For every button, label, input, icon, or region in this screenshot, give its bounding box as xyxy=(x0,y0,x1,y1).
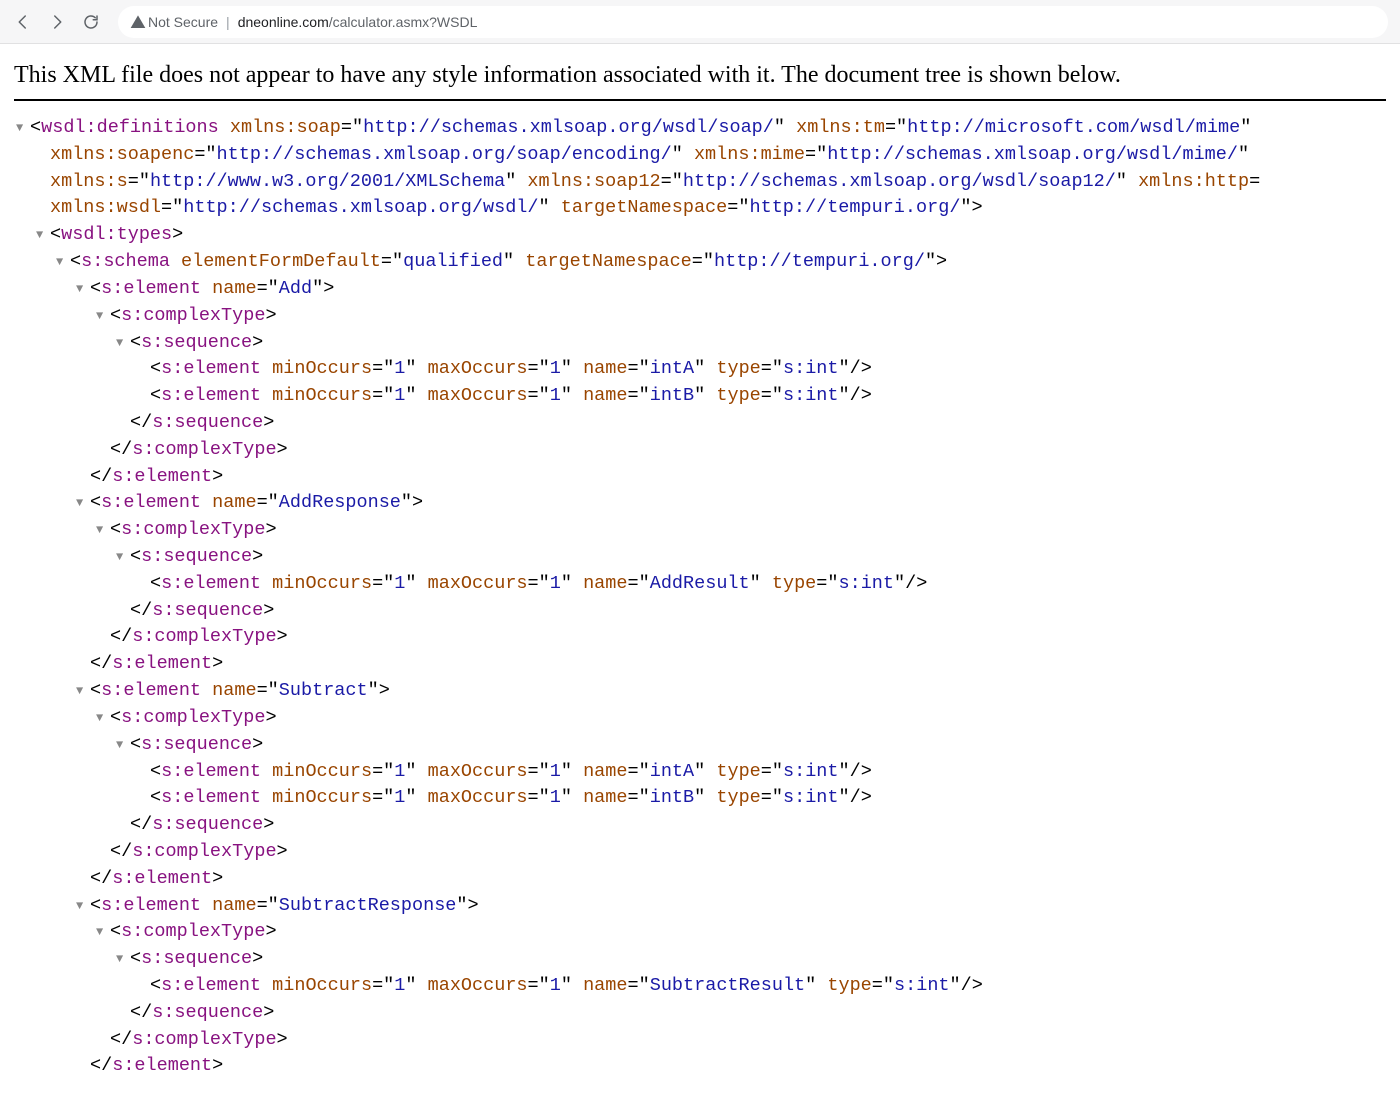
reload-button[interactable] xyxy=(80,11,102,33)
warning-icon xyxy=(130,14,146,30)
arrow-right-icon xyxy=(48,13,66,31)
tree-toggle[interactable]: ▼ xyxy=(116,335,130,352)
url-bar[interactable]: Not Secure | dneonline.com/calculator.as… xyxy=(118,6,1388,38)
arrow-left-icon xyxy=(14,13,32,31)
tree-toggle[interactable]: ▼ xyxy=(36,227,50,244)
forward-button[interactable] xyxy=(46,11,68,33)
tree-toggle[interactable]: ▼ xyxy=(96,308,110,325)
notice-divider xyxy=(14,99,1386,101)
browser-toolbar: Not Secure | dneonline.com/calculator.as… xyxy=(0,0,1400,44)
tree-toggle[interactable]: ▼ xyxy=(96,924,110,941)
tree-toggle[interactable]: ▼ xyxy=(116,737,130,754)
url-domain: dneonline.com xyxy=(238,14,329,30)
url-path: /calculator.asmx?WSDL xyxy=(329,14,478,30)
tree-toggle[interactable]: ▼ xyxy=(76,281,90,298)
xml-tree: ▼<wsdl:definitions xmlns:soap="http://sc… xyxy=(0,111,1400,1120)
security-label: Not Secure xyxy=(148,14,218,30)
tree-toggle[interactable]: ▼ xyxy=(76,683,90,700)
tree-toggle[interactable]: ▼ xyxy=(96,522,110,539)
xml-notice: This XML file does not appear to have an… xyxy=(0,44,1400,99)
tree-toggle[interactable]: ▼ xyxy=(116,951,130,968)
url-separator: | xyxy=(226,14,230,30)
reload-icon xyxy=(82,13,100,31)
back-button[interactable] xyxy=(12,11,34,33)
tree-toggle[interactable]: ▼ xyxy=(76,495,90,512)
security-warning: Not Secure xyxy=(130,14,218,30)
tree-toggle[interactable]: ▼ xyxy=(116,549,130,566)
tree-toggle[interactable]: ▼ xyxy=(76,898,90,915)
url-text: dneonline.com/calculator.asmx?WSDL xyxy=(238,14,478,30)
tree-toggle[interactable]: ▼ xyxy=(16,120,30,137)
tree-toggle[interactable]: ▼ xyxy=(96,710,110,727)
tree-toggle[interactable]: ▼ xyxy=(56,254,70,271)
